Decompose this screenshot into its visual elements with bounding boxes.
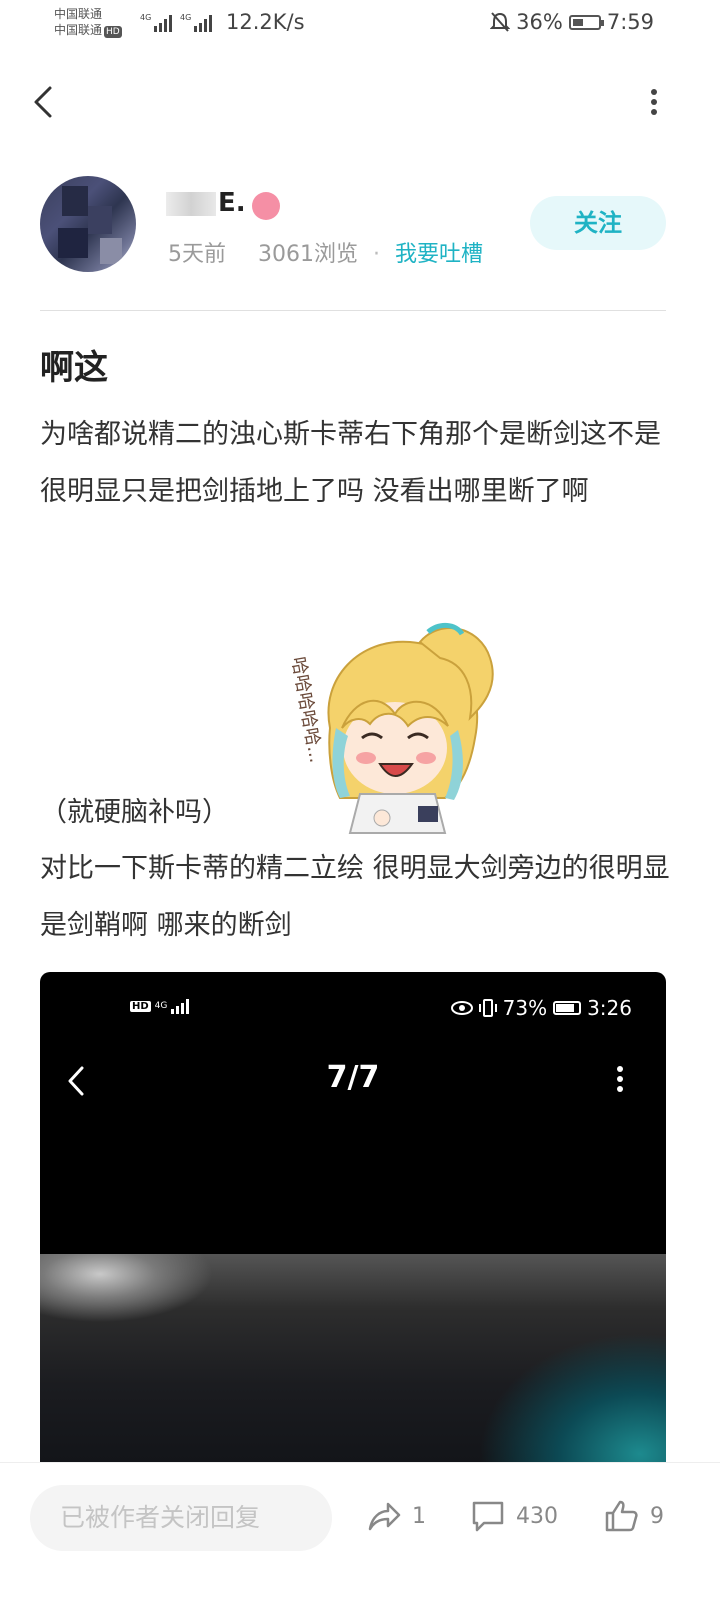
view-count: 3061浏览 [258, 242, 358, 267]
clock: 7:59 [606, 10, 654, 34]
signal-4g-icon-2: 4G [180, 13, 212, 32]
carrier-2: 中国联通 [54, 23, 103, 37]
net-speed: 12.2K/s [226, 10, 305, 34]
thumbs-up-icon [605, 1500, 638, 1532]
comment-count: 430 [516, 1503, 558, 1529]
battery-percent: 36% [516, 10, 563, 34]
author-name[interactable]: E. [166, 188, 246, 218]
back-icon[interactable] [28, 82, 64, 122]
carrier-info: 中国联通 中国联通 HD [54, 6, 122, 38]
post-title: 啊这 [40, 348, 108, 388]
avatar[interactable] [40, 176, 136, 272]
post-paragraph-2: （就硬脑补吗） [40, 797, 229, 828]
follow-button[interactable]: 关注 [530, 196, 666, 250]
hd-badge: HD [104, 26, 122, 38]
post-meta: 5天前 3061浏览 · 我要吐槽 [168, 236, 483, 268]
sticker-text: 哈哈哈哈哈... [287, 655, 326, 764]
signal-4g-icon: 4G [140, 13, 172, 32]
embed-more-icon [617, 1066, 623, 1092]
status-bar: 中国联通 中国联通 HD 4G 4G 12.2K/s 36% 7:59 [0, 0, 720, 48]
bottom-action-bar: 已被作者关闭回复 1 430 9 [0, 1462, 720, 1601]
more-options-icon[interactable] [644, 86, 664, 118]
embed-vibrate-icon [478, 999, 497, 1017]
reply-input[interactable]: 已被作者关闭回复 [30, 1485, 332, 1551]
embed-status-left: HD 4G [130, 998, 193, 1014]
share-icon [368, 1502, 401, 1531]
svg-text:4G: 4G [140, 13, 151, 22]
comment-icon [472, 1501, 504, 1532]
embed-page-counter: 7/7 [326, 1060, 380, 1095]
embed-artwork-photo [40, 1254, 666, 1472]
embedded-screenshot-image[interactable]: HD 4G 73% 3:26 7/7 [40, 972, 666, 1472]
embed-clock: 3:26 [587, 996, 632, 1020]
name-blur [166, 191, 216, 216]
divider [40, 310, 666, 311]
svg-text:4G: 4G [180, 13, 191, 22]
embed-hd-badge: HD [130, 1000, 151, 1012]
embed-status-right: 73% 3:26 [450, 996, 632, 1020]
meta-dot: · [373, 242, 380, 267]
like-button[interactable]: 9 [604, 1499, 664, 1533]
post-paragraph-1: 为啥都说精二的浊心斯卡蒂右下角那个是断剑这不是很明显只是把剑插地上了吗 没看出哪… [40, 419, 661, 507]
post-time: 5天前 [168, 242, 226, 267]
post-paragraph-3: 对比一下斯卡蒂的精二立绘 很明显大剑旁边的很明显是剑鞘啊 哪来的断剑 [40, 853, 670, 941]
share-count: 1 [412, 1503, 426, 1529]
embed-battery-percent: 73% [502, 996, 548, 1020]
carrier-1: 中国联通 [54, 7, 103, 21]
mute-bell-icon [490, 12, 511, 32]
battery-icon [568, 14, 604, 30]
feedback-link[interactable]: 我要吐槽 [395, 242, 483, 267]
embed-signal-icon [171, 999, 190, 1014]
embed-eye-icon [450, 1001, 473, 1015]
status-right: 36% 7:59 [490, 10, 654, 34]
level-badge-icon [252, 192, 280, 220]
embed-network: 4G [154, 1001, 168, 1011]
comment-button[interactable]: 430 [470, 1499, 558, 1533]
share-button[interactable]: 1 [366, 1499, 426, 1533]
like-count: 9 [650, 1503, 664, 1529]
embed-battery-icon [553, 1001, 582, 1015]
